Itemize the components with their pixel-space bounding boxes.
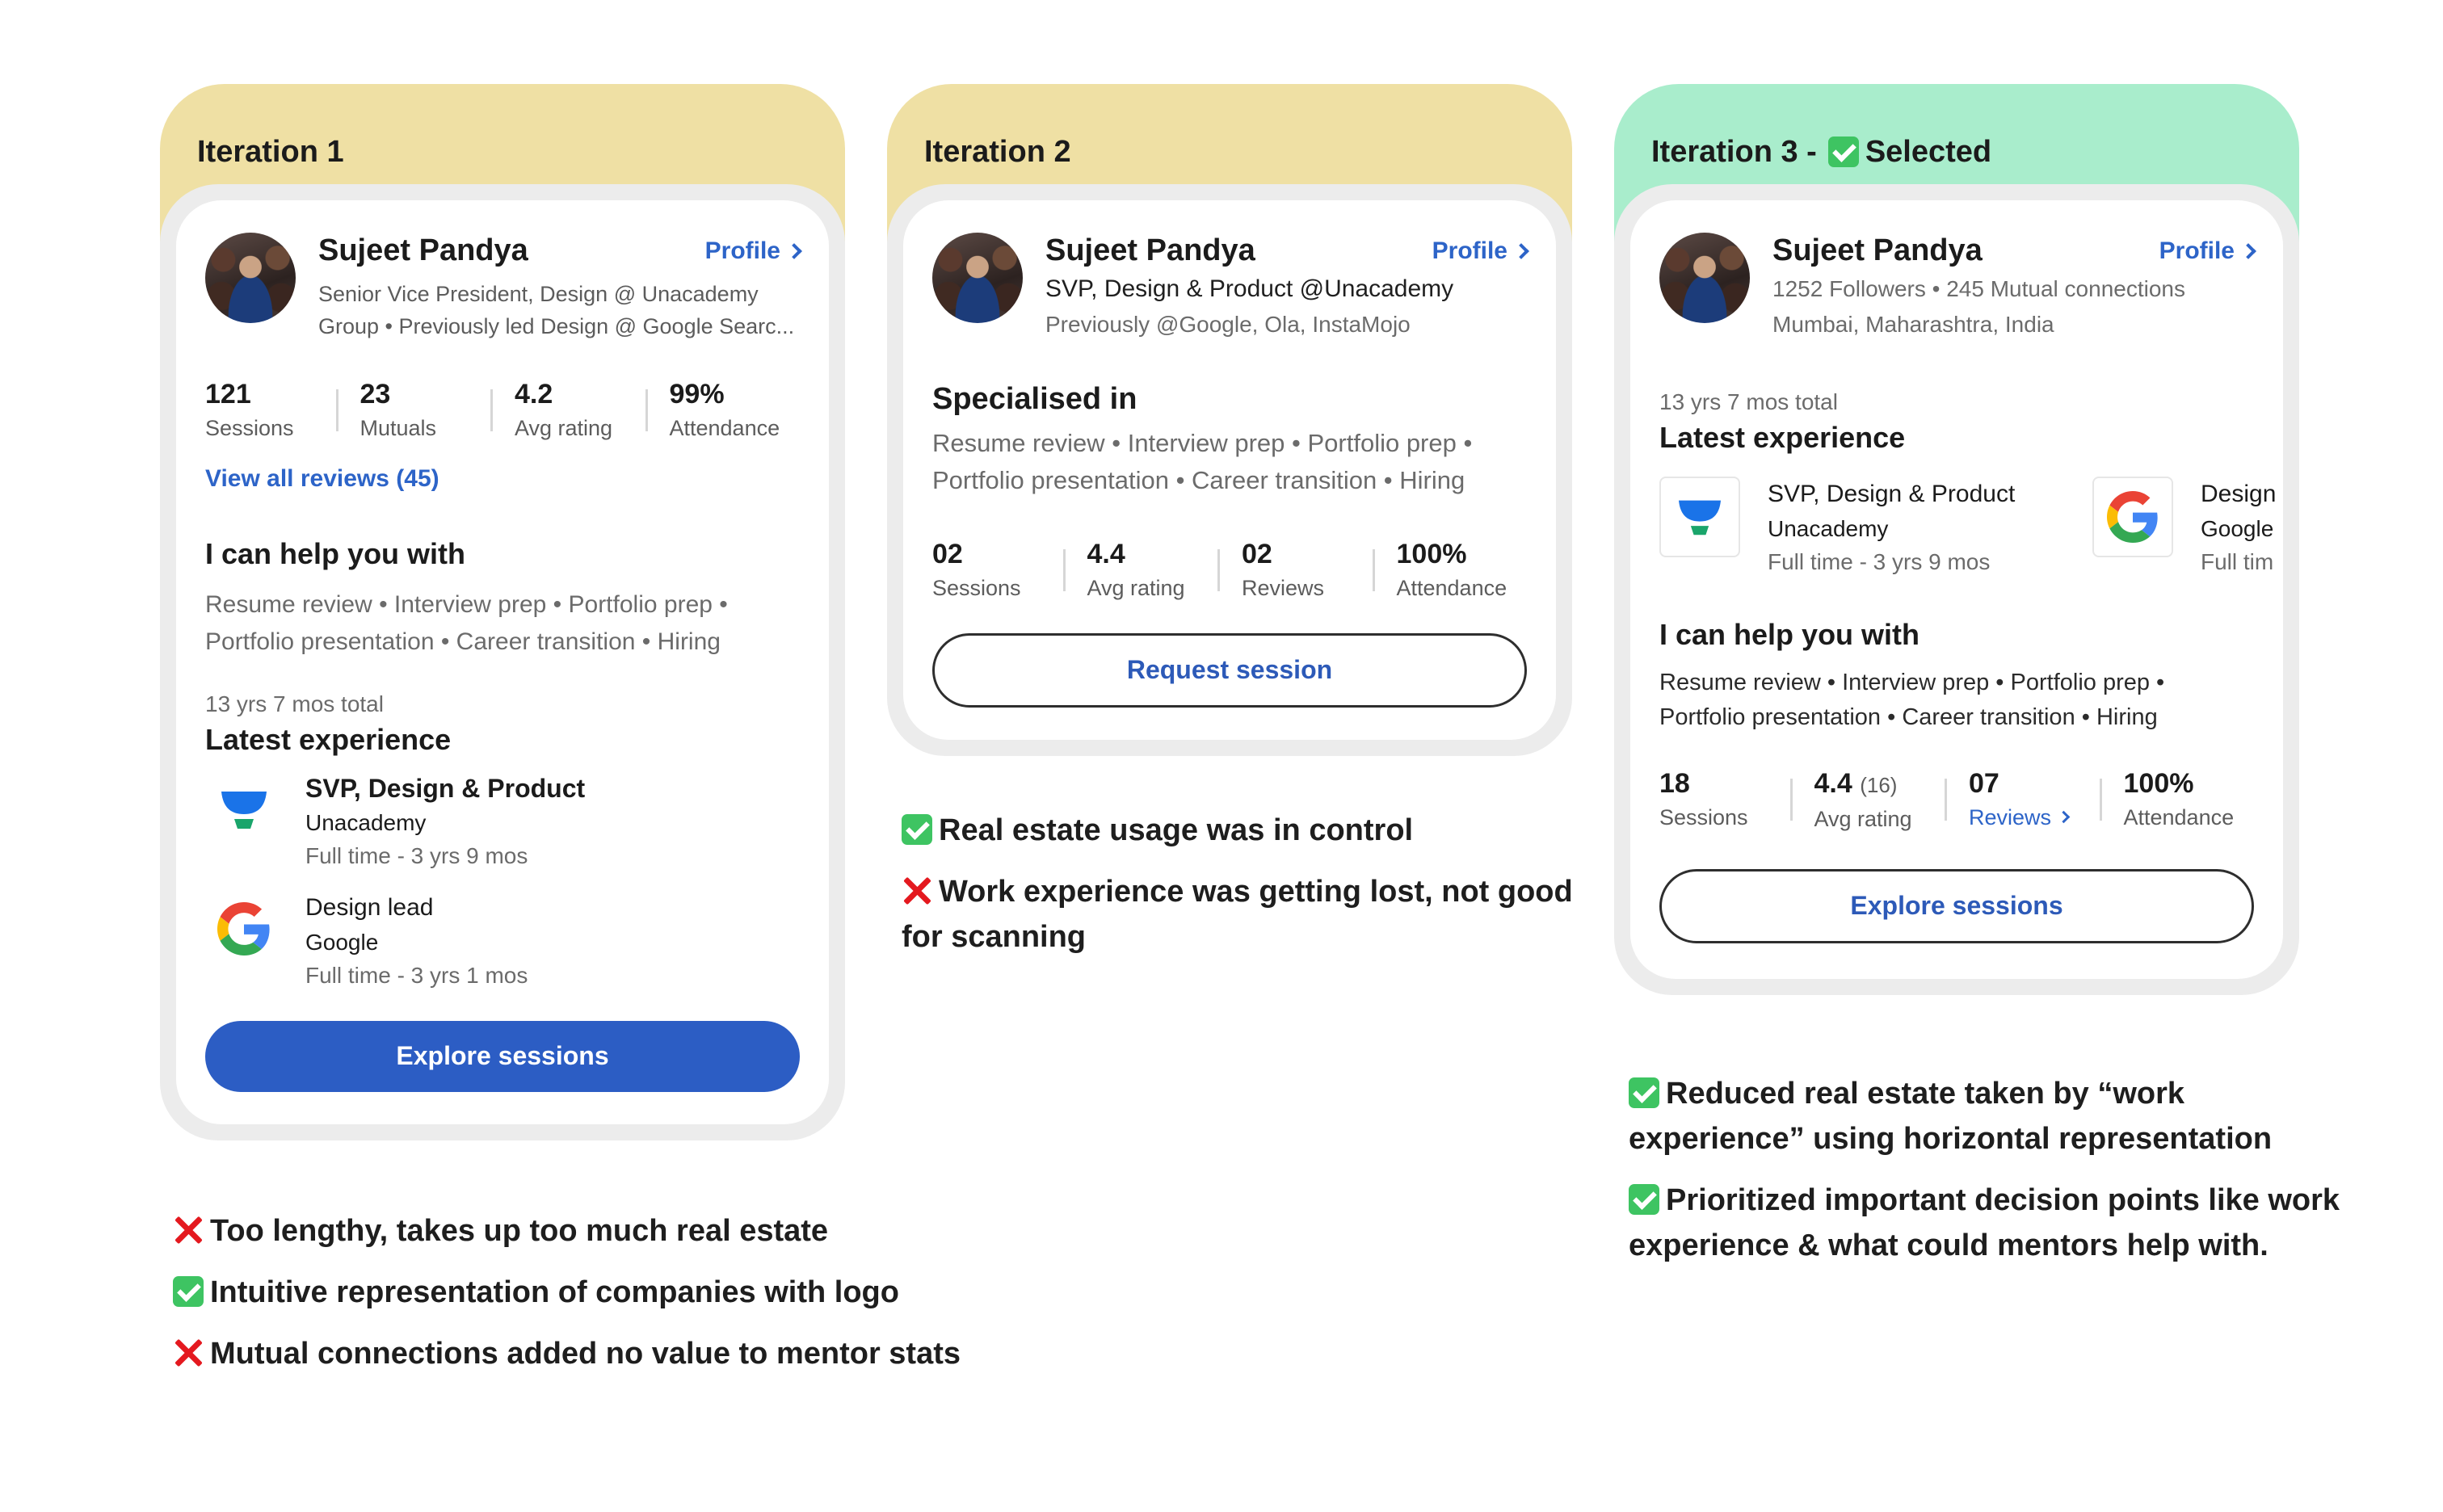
note-continuation: experience” using horizontal representat… [1629, 1122, 2273, 1156]
check-mark-icon [1827, 136, 1859, 167]
experience-carousel[interactable]: SVP, Design & Product Unacademy Full tim… [1659, 476, 2283, 582]
iteration-3-notes: Reduced real estate taken by “work exper… [1629, 1071, 2340, 1268]
experience-item: SVP, Design & Product Unacademy Full tim… [1659, 476, 2015, 578]
help-title: I can help you with [205, 536, 466, 570]
view-all-reviews-link[interactable]: View all reviews (45) [205, 465, 800, 493]
specialised-title: Specialised in [932, 381, 1137, 416]
headline-line-1: SVP, Design & Product @Unacademy [1045, 275, 1454, 302]
note-item: Intuitive representation of companies wi… [173, 1270, 961, 1315]
iteration-3-title: Iteration 3 - Selected [1651, 135, 1992, 169]
headline-line-1: Senior Vice President, Design @ Unacadem… [318, 281, 759, 306]
help-tags-line-2: Portfolio presentation • Career transiti… [1659, 704, 2158, 730]
stat-attendance: 100% Attendance [2099, 764, 2255, 832]
note-continuation: for scanning [902, 920, 1087, 954]
note-item: Reduced real estate taken by “work [1629, 1071, 2340, 1116]
google-logo-icon [205, 890, 283, 968]
check-mark-icon [1629, 1077, 1659, 1108]
avatar [205, 233, 296, 323]
experience-total: 13 yrs 7 mos total [205, 691, 384, 716]
experience-item: Design Google Full tim [2092, 476, 2283, 578]
note-item: Work experience was getting lost, not go… [902, 869, 1573, 914]
stat-sessions: 02 Sessions [932, 538, 1021, 600]
specialised-tags-line-1: Resume review • Interview prep • Portfol… [932, 428, 1473, 457]
iteration-3-phone: Sujeet Pandya 1252 Followers • 245 Mutua… [1614, 184, 2299, 995]
help-title: I can help you with [1659, 617, 1920, 651]
profile-link[interactable]: Profile [1432, 237, 1529, 265]
unacademy-logo-icon [205, 771, 283, 848]
reviews-link[interactable]: Reviews [1969, 803, 2100, 832]
stats-row: 18 Sessions 4.4 (16) Avg rating 07 Revie… [1659, 764, 2254, 834]
iteration-1-title: Iteration 1 [197, 135, 344, 169]
mentor-card: Sujeet Pandya 1252 Followers • 245 Mutua… [1630, 200, 2283, 979]
avatar [932, 233, 1023, 323]
help-tags-line-2: Portfolio presentation • Career transiti… [205, 628, 721, 655]
iteration-2-frame: Iteration 2 Sujeet Pandya SVP, Design & … [887, 84, 1572, 756]
chevron-right-icon [786, 243, 802, 259]
experience-item: SVP, Design & Product Unacademy Full tim… [205, 771, 800, 872]
selected-label: Selected [1865, 135, 1992, 169]
request-session-button[interactable]: Request session [932, 632, 1527, 708]
headline-line-2: Group • Previously led Design @ Google S… [318, 313, 795, 338]
stat-attendance: 100% Attendance [1372, 535, 1528, 603]
note-continuation: experience & what could mentors help wit… [1629, 1228, 2268, 1262]
profile-link[interactable]: Profile [705, 237, 802, 265]
check-mark-icon [902, 814, 932, 845]
stat-mutuals: 23 Mutuals [335, 375, 491, 443]
stats-row: 121 Sessions 23 Mutuals 4.2 Avg rating 9… [205, 375, 800, 443]
experience-total: 13 yrs 7 mos total [1659, 388, 1838, 414]
iteration-1-phone: Sujeet Pandya Senior Vice President, Des… [160, 184, 845, 1140]
profile-header: Sujeet Pandya Senior Vice President, Des… [205, 233, 802, 342]
check-mark-icon [1629, 1184, 1659, 1215]
iteration-1-column: Iteration 1 Sujeet Pandya Senior Vice Pr… [160, 84, 845, 1140]
specialised-tags-line-2: Portfolio presentation • Career transiti… [932, 465, 1465, 494]
iteration-2-phone: Sujeet Pandya SVP, Design & Product @Una… [887, 184, 1572, 756]
iteration-2-column: Iteration 2 Sujeet Pandya SVP, Design & … [887, 84, 1572, 756]
experience-item: Design lead Google Full time - 3 yrs 1 m… [205, 890, 800, 992]
chevron-right-icon [2240, 243, 2256, 259]
note-item: Mutual connections added no value to men… [173, 1331, 961, 1376]
mentor-card: Sujeet Pandya Senior Vice President, Des… [176, 200, 829, 1124]
chevron-right-icon [2057, 811, 2071, 824]
note-item: Too lengthy, takes up too much real esta… [173, 1208, 961, 1254]
mentor-card: Sujeet Pandya SVP, Design & Product @Una… [903, 200, 1556, 740]
chevron-right-icon [1513, 243, 1529, 259]
help-tags-line-1: Resume review • Interview prep • Portfol… [205, 590, 728, 618]
rating-count: (16) [1860, 772, 1898, 797]
help-tags-line-1: Resume review • Interview prep • Portfol… [1659, 669, 2165, 695]
iteration-3-frame: Iteration 3 - Selected Sujeet Pandya 125… [1614, 84, 2299, 995]
stat-avg-rating: 4.4 (16) Avg rating [1789, 764, 1945, 834]
stat-sessions: 121 Sessions [205, 378, 294, 440]
iteration-2-notes: Real estate usage was in control Work ex… [902, 808, 1573, 960]
experience-title: Latest experience [1659, 420, 1906, 454]
cross-mark-icon [173, 1215, 204, 1245]
stats-row: 02 Sessions 4.4 Avg rating 02 Reviews 10… [932, 535, 1527, 603]
profile-link[interactable]: Profile [2159, 237, 2256, 265]
headline-line-1: 1252 Followers • 245 Mutual connections [1772, 275, 2185, 301]
stat-reviews: 02 Reviews [1217, 535, 1373, 603]
headline-line-2: Previously @Google, Ola, InstaMojo [1045, 311, 1411, 337]
note-item: Real estate usage was in control [902, 808, 1573, 853]
stat-reviews[interactable]: 07 Reviews [1945, 764, 2100, 832]
cross-mark-icon [902, 876, 932, 906]
iteration-2-title: Iteration 2 [924, 135, 1071, 169]
iteration-1-notes: Too lengthy, takes up too much real esta… [173, 1208, 961, 1376]
avatar [1659, 233, 1750, 323]
stat-avg-rating: 4.4 Avg rating [1062, 535, 1218, 603]
profile-header: Sujeet Pandya 1252 Followers • 245 Mutua… [1659, 233, 2256, 342]
iteration-1-frame: Iteration 1 Sujeet Pandya Senior Vice Pr… [160, 84, 845, 1140]
stat-sessions: 18 Sessions [1659, 767, 1748, 830]
note-item: Prioritized important decision points li… [1629, 1178, 2340, 1223]
google-logo-icon [2092, 476, 2173, 557]
unacademy-logo-icon [1659, 476, 1740, 557]
cross-mark-icon [173, 1338, 204, 1368]
iteration-3-column: Iteration 3 - Selected Sujeet Pandya 125… [1614, 84, 2299, 995]
explore-sessions-button[interactable]: Explore sessions [205, 1020, 800, 1092]
explore-sessions-button[interactable]: Explore sessions [1659, 868, 2254, 943]
profile-header: Sujeet Pandya SVP, Design & Product @Una… [932, 233, 1529, 342]
experience-title: Latest experience [205, 722, 452, 756]
headline-line-2: Mumbai, Maharashtra, India [1772, 311, 2054, 337]
check-mark-icon [173, 1276, 204, 1307]
stat-attendance: 99% Attendance [645, 375, 801, 443]
stat-avg-rating: 4.2 Avg rating [490, 375, 645, 443]
